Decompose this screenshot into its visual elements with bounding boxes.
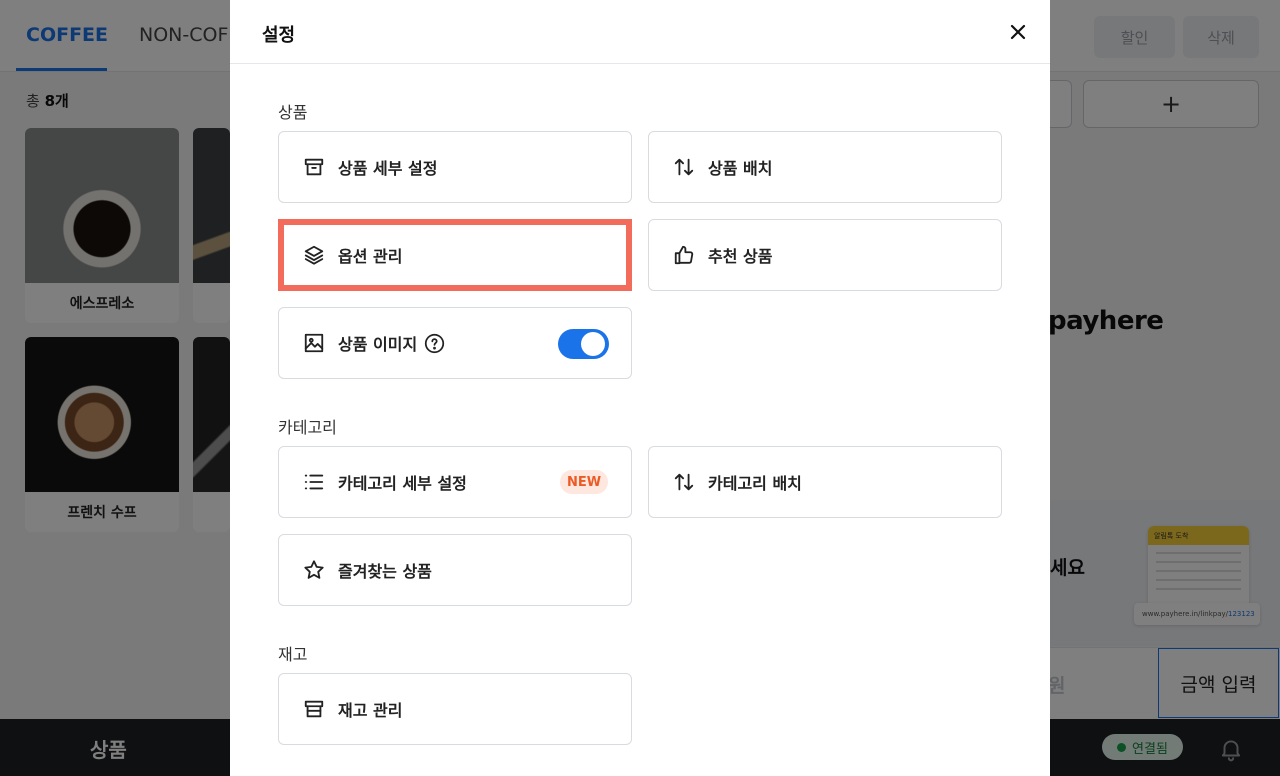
sort-arrows-icon (672, 470, 696, 494)
product-image-setting: 상품 이미지 (278, 307, 632, 379)
close-icon (1010, 24, 1026, 40)
tile-label: 상품 이미지 (338, 335, 418, 354)
thumbs-up-icon (672, 243, 696, 267)
option-management-button[interactable]: 옵션 관리 (278, 219, 632, 291)
tile-label: 카테고리 세부 설정 (338, 474, 467, 493)
product-detail-settings-button[interactable]: 상품 세부 설정 (278, 131, 632, 203)
section-label-stock: 재고 (278, 645, 308, 664)
close-button[interactable] (1004, 18, 1032, 46)
help-question-icon[interactable] (423, 332, 445, 354)
tile-label: 카테고리 배치 (708, 474, 802, 493)
tile-label: 상품 배치 (708, 159, 773, 178)
tile-label: 옵션 관리 (338, 247, 403, 266)
product-arrange-button[interactable]: 상품 배치 (648, 131, 1002, 203)
image-icon (302, 331, 326, 355)
layers-icon (302, 243, 326, 267)
list-icon (302, 470, 326, 494)
stock-management-button[interactable]: 재고 관리 (278, 673, 632, 745)
tile-label: 재고 관리 (338, 701, 403, 720)
modal-header: 설정 (230, 0, 1050, 64)
category-detail-settings-button[interactable]: 카테고리 세부 설정 NEW (278, 446, 632, 518)
inventory-box-icon (302, 697, 326, 721)
tile-label: 상품 세부 설정 (338, 159, 438, 178)
new-badge: NEW (560, 470, 608, 494)
product-image-toggle[interactable] (558, 329, 609, 359)
settings-modal: 설정 상품 상품 세부 설정 상품 배치 옵션 관리 추천 상품 상품 이미지 … (230, 0, 1050, 776)
tile-label: 즐겨찾는 상품 (338, 562, 432, 581)
toggle-knob (581, 332, 605, 356)
archive-box-icon (302, 155, 326, 179)
category-arrange-button[interactable]: 카테고리 배치 (648, 446, 1002, 518)
sort-arrows-icon (672, 155, 696, 179)
tile-label: 추천 상품 (708, 247, 773, 266)
favorite-products-button[interactable]: 즐겨찾는 상품 (278, 534, 632, 606)
section-label-category: 카테고리 (278, 418, 337, 437)
section-label-product: 상품 (278, 103, 308, 122)
modal-title: 설정 (262, 25, 296, 46)
star-icon (302, 558, 326, 582)
recommended-products-button[interactable]: 추천 상품 (648, 219, 1002, 291)
